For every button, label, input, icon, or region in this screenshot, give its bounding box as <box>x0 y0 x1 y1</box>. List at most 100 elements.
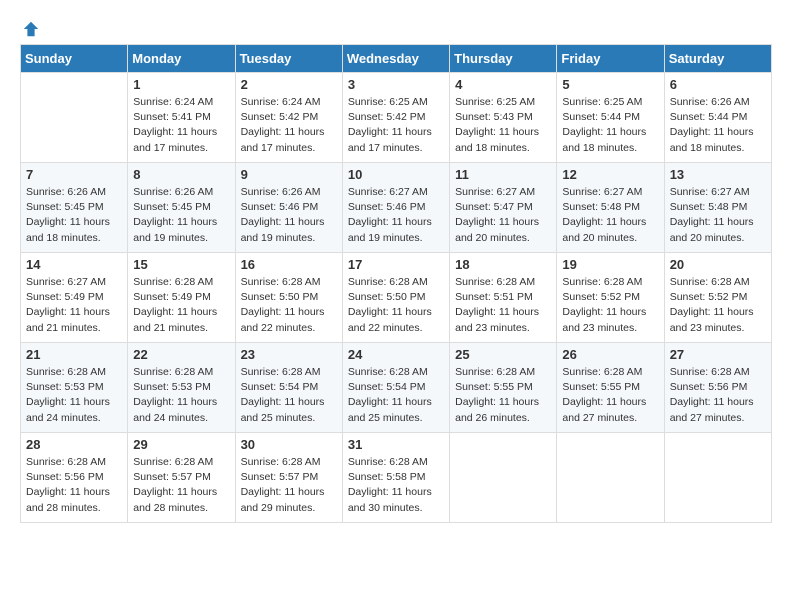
day-number: 22 <box>133 347 229 362</box>
calendar-cell <box>450 433 557 523</box>
calendar-cell: 12Sunrise: 6:27 AMSunset: 5:48 PMDayligh… <box>557 163 664 253</box>
day-info: Sunrise: 6:28 AMSunset: 5:50 PMDaylight:… <box>241 275 337 336</box>
weekday-header: Thursday <box>450 45 557 73</box>
day-number: 29 <box>133 437 229 452</box>
day-number: 8 <box>133 167 229 182</box>
calendar-week-row: 1 Sunrise: 6:24 AMSunset: 5:41 PMDaylight… <box>21 73 772 163</box>
day-number: 19 <box>562 257 658 272</box>
day-info: Sunrise: 6:27 AMSunset: 5:48 PMDaylight:… <box>670 185 766 246</box>
calendar-cell: 28 Sunrise: 6:28 AMSunset: 5:56 PMDayligh… <box>21 433 128 523</box>
calendar-cell: 10Sunrise: 6:27 AMSunset: 5:46 PMDayligh… <box>342 163 449 253</box>
calendar-cell: 7 Sunrise: 6:26 AMSunset: 5:45 PMDaylight… <box>21 163 128 253</box>
day-number: 6 <box>670 77 766 92</box>
day-number: 28 <box>26 437 122 452</box>
calendar-cell: 30 Sunrise: 6:28 AMSunset: 5:57 PMDayligh… <box>235 433 342 523</box>
day-info: Sunrise: 6:28 AMSunset: 5:53 PMDaylight:… <box>133 365 229 426</box>
calendar-week-row: 28 Sunrise: 6:28 AMSunset: 5:56 PMDayligh… <box>21 433 772 523</box>
day-number: 25 <box>455 347 551 362</box>
day-info: Sunrise: 6:28 AMSunset: 5:56 PMDaylight:… <box>670 365 766 426</box>
calendar-cell: 22 Sunrise: 6:28 AMSunset: 5:53 PMDayligh… <box>128 343 235 433</box>
day-number: 15 <box>133 257 229 272</box>
calendar-cell: 16Sunrise: 6:28 AMSunset: 5:50 PMDayligh… <box>235 253 342 343</box>
day-info: Sunrise: 6:26 AMSunset: 5:45 PMDaylight:… <box>26 185 122 246</box>
calendar-cell <box>21 73 128 163</box>
day-info: Sunrise: 6:26 AMSunset: 5:46 PMDaylight:… <box>241 185 337 246</box>
calendar-cell: 26 Sunrise: 6:28 AMSunset: 5:55 PMDayligh… <box>557 343 664 433</box>
day-number: 2 <box>241 77 337 92</box>
page-header <box>20 20 772 34</box>
day-info: Sunrise: 6:28 AMSunset: 5:55 PMDaylight:… <box>562 365 658 426</box>
day-info: Sunrise: 6:28 AMSunset: 5:52 PMDaylight:… <box>562 275 658 336</box>
calendar-cell: 2Sunrise: 6:24 AMSunset: 5:42 PMDaylight… <box>235 73 342 163</box>
calendar-week-row: 14 Sunrise: 6:27 AMSunset: 5:49 PMDayligh… <box>21 253 772 343</box>
day-info: Sunrise: 6:26 AMSunset: 5:45 PMDaylight:… <box>133 185 229 246</box>
calendar-cell: 11 Sunrise: 6:27 AMSunset: 5:47 PMDayligh… <box>450 163 557 253</box>
day-info: Sunrise: 6:28 AMSunset: 5:50 PMDaylight:… <box>348 275 444 336</box>
calendar-cell: 24Sunrise: 6:28 AMSunset: 5:54 PMDayligh… <box>342 343 449 433</box>
day-number: 27 <box>670 347 766 362</box>
calendar-table: SundayMondayTuesdayWednesdayThursdayFrid… <box>20 44 772 523</box>
calendar-cell: 20 Sunrise: 6:28 AMSunset: 5:52 PMDayligh… <box>664 253 771 343</box>
day-number: 30 <box>241 437 337 452</box>
day-info: Sunrise: 6:25 AMSunset: 5:42 PMDaylight:… <box>348 95 444 156</box>
calendar-cell: 18 Sunrise: 6:28 AMSunset: 5:51 PMDayligh… <box>450 253 557 343</box>
calendar-week-row: 21 Sunrise: 6:28 AMSunset: 5:53 PMDayligh… <box>21 343 772 433</box>
calendar-cell: 8 Sunrise: 6:26 AMSunset: 5:45 PMDaylight… <box>128 163 235 253</box>
day-number: 5 <box>562 77 658 92</box>
calendar-cell: 1 Sunrise: 6:24 AMSunset: 5:41 PMDaylight… <box>128 73 235 163</box>
day-info: Sunrise: 6:28 AMSunset: 5:54 PMDaylight:… <box>241 365 337 426</box>
day-number: 4 <box>455 77 551 92</box>
day-info: Sunrise: 6:25 AMSunset: 5:43 PMDaylight:… <box>455 95 551 156</box>
day-number: 17 <box>348 257 444 272</box>
calendar-cell <box>557 433 664 523</box>
weekday-header: Saturday <box>664 45 771 73</box>
day-number: 18 <box>455 257 551 272</box>
calendar-cell: 23 Sunrise: 6:28 AMSunset: 5:54 PMDayligh… <box>235 343 342 433</box>
calendar-cell: 4 Sunrise: 6:25 AMSunset: 5:43 PMDaylight… <box>450 73 557 163</box>
day-info: Sunrise: 6:27 AMSunset: 5:49 PMDaylight:… <box>26 275 122 336</box>
day-info: Sunrise: 6:28 AMSunset: 5:56 PMDaylight:… <box>26 455 122 516</box>
day-info: Sunrise: 6:28 AMSunset: 5:52 PMDaylight:… <box>670 275 766 336</box>
day-number: 14 <box>26 257 122 272</box>
day-info: Sunrise: 6:25 AMSunset: 5:44 PMDaylight:… <box>562 95 658 156</box>
day-number: 20 <box>670 257 766 272</box>
weekday-header: Wednesday <box>342 45 449 73</box>
day-info: Sunrise: 6:27 AMSunset: 5:47 PMDaylight:… <box>455 185 551 246</box>
calendar-cell: 5 Sunrise: 6:25 AMSunset: 5:44 PMDaylight… <box>557 73 664 163</box>
day-number: 21 <box>26 347 122 362</box>
day-info: Sunrise: 6:24 AMSunset: 5:41 PMDaylight:… <box>133 95 229 156</box>
day-number: 13 <box>670 167 766 182</box>
calendar-cell <box>664 433 771 523</box>
day-number: 3 <box>348 77 444 92</box>
day-number: 24 <box>348 347 444 362</box>
day-info: Sunrise: 6:28 AMSunset: 5:51 PMDaylight:… <box>455 275 551 336</box>
day-info: Sunrise: 6:28 AMSunset: 5:49 PMDaylight:… <box>133 275 229 336</box>
calendar-cell: 19 Sunrise: 6:28 AMSunset: 5:52 PMDayligh… <box>557 253 664 343</box>
weekday-header: Friday <box>557 45 664 73</box>
day-number: 7 <box>26 167 122 182</box>
day-info: Sunrise: 6:28 AMSunset: 5:57 PMDaylight:… <box>241 455 337 516</box>
day-info: Sunrise: 6:27 AMSunset: 5:46 PMDaylight:… <box>348 185 444 246</box>
calendar-cell: 9 Sunrise: 6:26 AMSunset: 5:46 PMDaylight… <box>235 163 342 253</box>
day-info: Sunrise: 6:28 AMSunset: 5:53 PMDaylight:… <box>26 365 122 426</box>
day-number: 31 <box>348 437 444 452</box>
day-number: 9 <box>241 167 337 182</box>
day-info: Sunrise: 6:26 AMSunset: 5:44 PMDaylight:… <box>670 95 766 156</box>
day-number: 12 <box>562 167 658 182</box>
day-number: 11 <box>455 167 551 182</box>
calendar-cell: 6 Sunrise: 6:26 AMSunset: 5:44 PMDaylight… <box>664 73 771 163</box>
day-info: Sunrise: 6:28 AMSunset: 5:55 PMDaylight:… <box>455 365 551 426</box>
calendar-cell: 15 Sunrise: 6:28 AMSunset: 5:49 PMDayligh… <box>128 253 235 343</box>
weekday-header: Sunday <box>21 45 128 73</box>
day-number: 23 <box>241 347 337 362</box>
day-number: 1 <box>133 77 229 92</box>
calendar-cell: 21 Sunrise: 6:28 AMSunset: 5:53 PMDayligh… <box>21 343 128 433</box>
calendar-cell: 17 Sunrise: 6:28 AMSunset: 5:50 PMDayligh… <box>342 253 449 343</box>
calendar-header-row: SundayMondayTuesdayWednesdayThursdayFrid… <box>21 45 772 73</box>
logo-icon <box>22 20 40 38</box>
day-info: Sunrise: 6:28 AMSunset: 5:57 PMDaylight:… <box>133 455 229 516</box>
day-number: 26 <box>562 347 658 362</box>
calendar-cell: 27 Sunrise: 6:28 AMSunset: 5:56 PMDayligh… <box>664 343 771 433</box>
calendar-cell: 29 Sunrise: 6:28 AMSunset: 5:57 PMDayligh… <box>128 433 235 523</box>
calendar-cell: 25 Sunrise: 6:28 AMSunset: 5:55 PMDayligh… <box>450 343 557 433</box>
